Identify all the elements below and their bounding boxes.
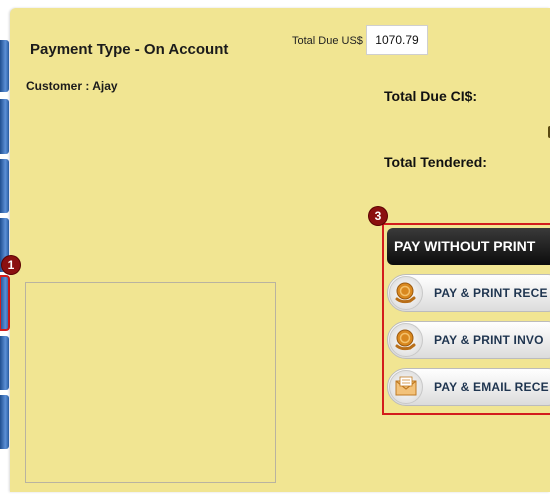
background-side-button[interactable] [0,99,9,154]
pay-print-receipt-button[interactable]: PAY & PRINT RECE [387,274,550,312]
total-tendered-label: Total Tendered: [384,154,487,170]
pay-print-invoice-label: PAY & PRINT INVO [434,333,544,347]
background-side-button[interactable] [0,336,9,390]
envelope-icon [389,370,423,404]
background-side-button[interactable] [0,395,9,449]
total-due-ci-label: Total Due CI$: [384,88,478,104]
payment-dialog: Payment Type - On Account Customer : Aja… [10,8,550,492]
pay-options-group: PAY WITHOUT PRINT PAY & PRINT RECE PAY & [382,223,550,415]
notes-area[interactable] [25,282,276,483]
pay-email-receipt-label: PAY & EMAIL RECE [434,380,549,394]
coin-hand-icon [389,323,423,357]
pay-email-receipt-button[interactable]: PAY & EMAIL RECE [387,368,550,406]
background-side-button[interactable] [0,40,9,92]
total-due-us-label: Total Due US$ [292,35,363,47]
coin-hand-icon [389,276,423,310]
pay-print-invoice-button[interactable]: PAY & PRINT INVO [387,321,550,359]
pay-without-print-button[interactable]: PAY WITHOUT PRINT [387,228,550,265]
background-side-button-selected[interactable] [0,275,10,331]
step-badge-1: 1 [2,256,20,274]
dialog-title: Payment Type - On Account [30,41,229,58]
step-badge-3: 3 [369,207,387,225]
background-side-button[interactable] [0,159,9,213]
pay-print-receipt-label: PAY & PRINT RECE [434,286,548,300]
customer-label: Customer : Ajay [26,79,118,93]
total-due-us-field[interactable]: 1070.79 [366,25,428,55]
